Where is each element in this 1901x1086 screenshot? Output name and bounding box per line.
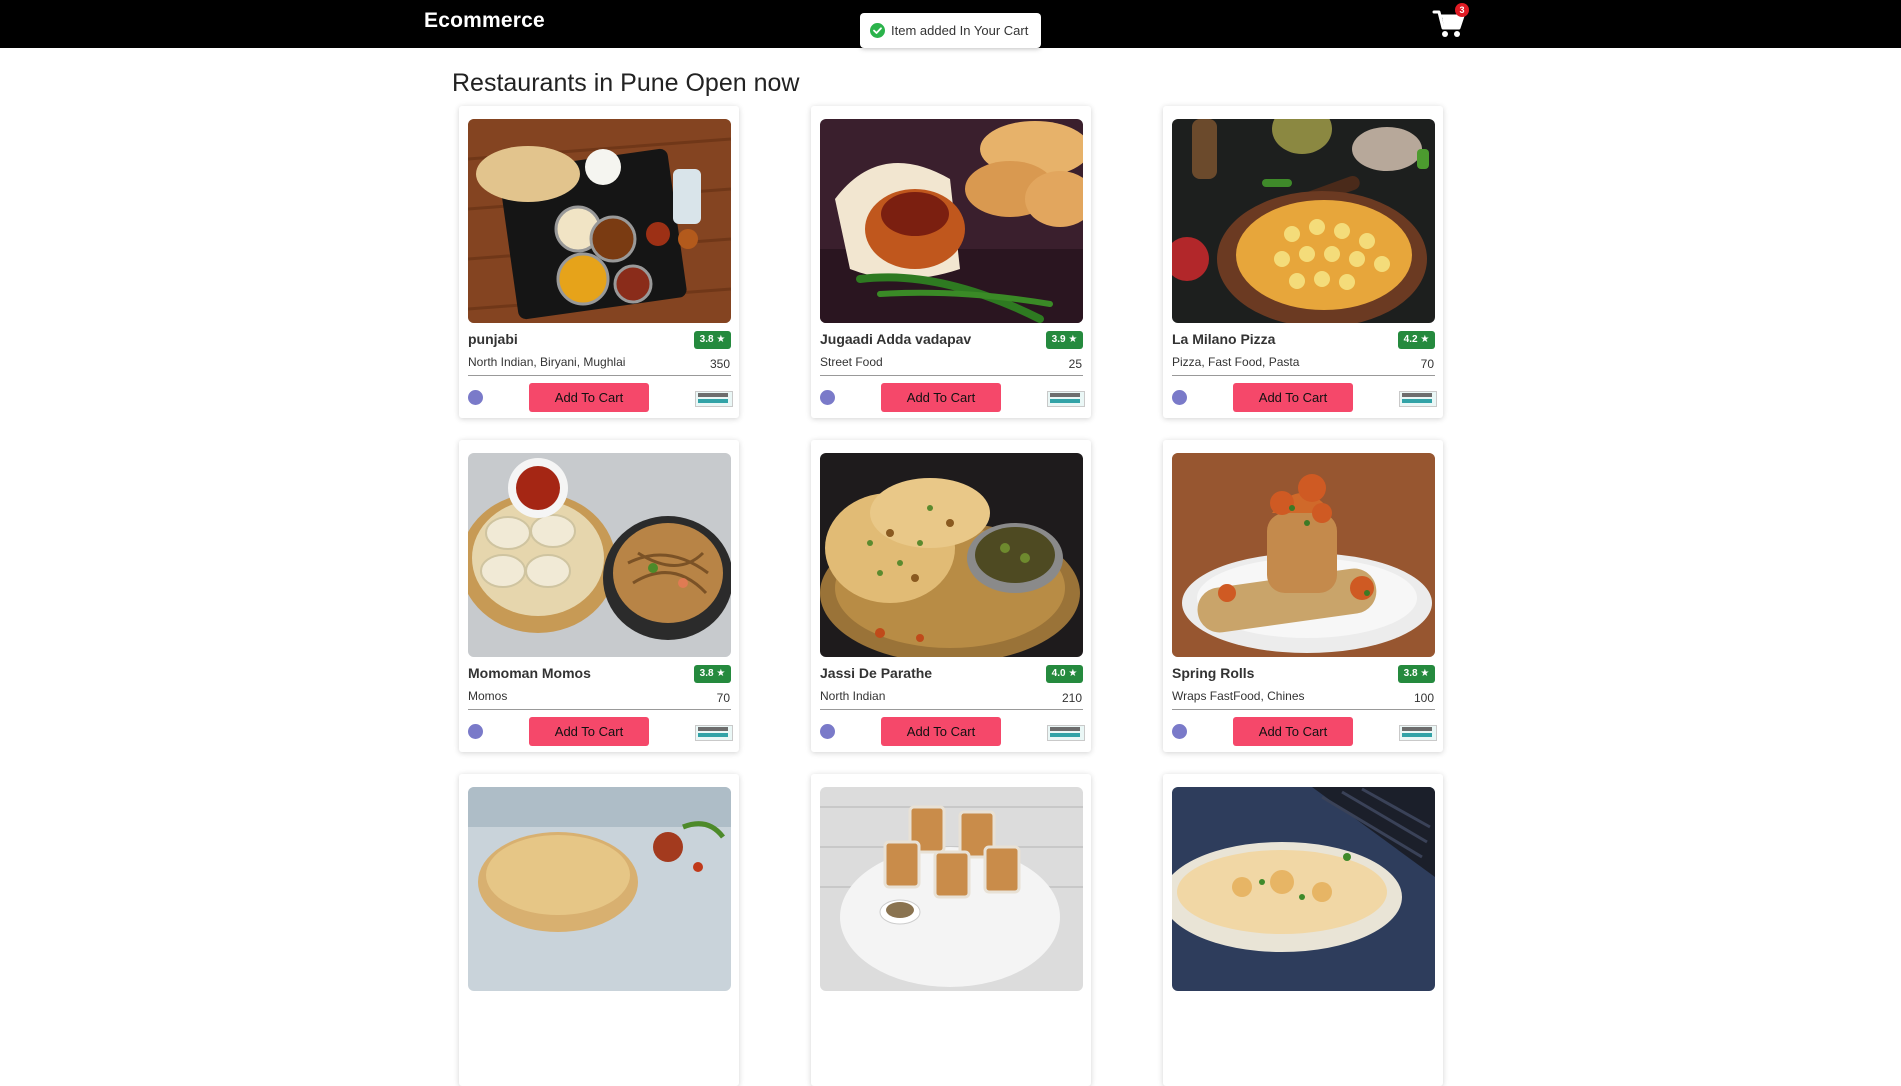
divider [820,375,1083,376]
restaurant-card[interactable] [459,774,739,1086]
rating-badge: 4.2 ★ [1398,331,1435,349]
thali-image[interactable] [468,119,731,323]
add-to-cart-button[interactable]: Add To Cart [529,383,649,412]
restaurant-card[interactable]: Jugaadi Adda vadapav 3.9 ★ Street Food 2… [811,106,1091,418]
vadapav-image[interactable] [820,119,1083,323]
divider [1172,709,1435,710]
add-to-cart-button[interactable]: Add To Cart [881,717,1001,746]
rating-badge: 3.8 ★ [694,331,731,349]
max-safety-delivery-icon [1399,725,1437,741]
rating-badge: 3.8 ★ [694,665,731,683]
divider [468,709,731,710]
restaurant-card[interactable]: Spring Rolls 3.8 ★ Wraps FastFood, Chine… [1163,440,1443,752]
cuisine-text: Street Food [820,355,883,369]
max-safety-delivery-icon [1399,391,1437,407]
paratha-image[interactable] [820,453,1083,657]
price-text: 70 [1420,357,1434,371]
brand-logo-text[interactable]: Ecommerce [424,9,545,33]
kachori-image[interactable] [468,787,731,991]
spring-roll-image[interactable] [1172,453,1435,657]
cuisine-text: Pizza, Fast Food, Pasta [1172,355,1300,369]
price-text: 25 [1068,357,1082,371]
check-circle-icon [870,23,885,38]
restaurant-card[interactable]: Jassi De Parathe 4.0 ★ North Indian 210 … [811,440,1091,752]
cuisine-text: North Indian [820,689,886,703]
divider [468,375,731,376]
max-safety-delivery-icon [1047,725,1085,741]
restaurant-card[interactable] [811,774,1091,1086]
restaurant-card[interactable]: punjabi 3.8 ★ North Indian, Biryani, Mug… [459,106,739,418]
restaurant-name[interactable]: Jassi De Parathe [820,665,932,681]
price-text: 210 [1061,691,1082,705]
restaurant-name[interactable]: Spring Rolls [1172,665,1254,681]
toast-notification: Item added In Your Cart [860,13,1041,48]
rating-badge: 3.8 ★ [1398,665,1435,683]
trending-icon [1172,390,1187,405]
restaurant-name[interactable]: Jugaadi Adda vadapav [820,331,971,347]
price-text: 350 [709,357,730,371]
price-text: 70 [716,691,730,705]
max-safety-delivery-icon [695,391,733,407]
max-safety-delivery-icon [695,725,733,741]
trending-icon [1172,724,1187,739]
restaurant-name[interactable]: punjabi [468,331,518,347]
trending-icon [820,724,835,739]
restaurant-name[interactable]: La Milano Pizza [1172,331,1275,347]
cuisine-text: North Indian, Biryani, Mughlai [468,355,626,369]
add-to-cart-button[interactable]: Add To Cart [1233,383,1353,412]
chai-image[interactable] [820,787,1083,991]
cuisine-text: Wraps FastFood, Chines [1172,689,1305,703]
page-title: Restaurants in Pune Open now [452,69,800,97]
restaurant-card[interactable] [1163,774,1443,1086]
toast-message: Item added In Your Cart [891,23,1029,38]
rating-badge: 4.0 ★ [1046,665,1083,683]
restaurant-card[interactable]: La Milano Pizza 4.2 ★ Pizza, Fast Food, … [1163,106,1443,418]
add-to-cart-button[interactable]: Add To Cart [1233,717,1353,746]
rating-badge: 3.9 ★ [1046,331,1083,349]
trending-icon [820,390,835,405]
divider [1172,375,1435,376]
divider [820,709,1083,710]
cart-count-badge: 3 [1455,3,1469,17]
restaurant-card[interactable]: Momoman Momos 3.8 ★ Momos 70 Add To Cart [459,440,739,752]
trending-icon [468,390,483,405]
restaurant-name[interactable]: Momoman Momos [468,665,591,681]
max-safety-delivery-icon [1047,391,1085,407]
dosa-image[interactable] [1172,787,1435,991]
pizza-image[interactable] [1172,119,1435,323]
add-to-cart-button[interactable]: Add To Cart [881,383,1001,412]
add-to-cart-button[interactable]: Add To Cart [529,717,649,746]
momos-image[interactable] [468,453,731,657]
price-text: 100 [1413,691,1434,705]
trending-icon [468,724,483,739]
cuisine-text: Momos [468,689,508,703]
